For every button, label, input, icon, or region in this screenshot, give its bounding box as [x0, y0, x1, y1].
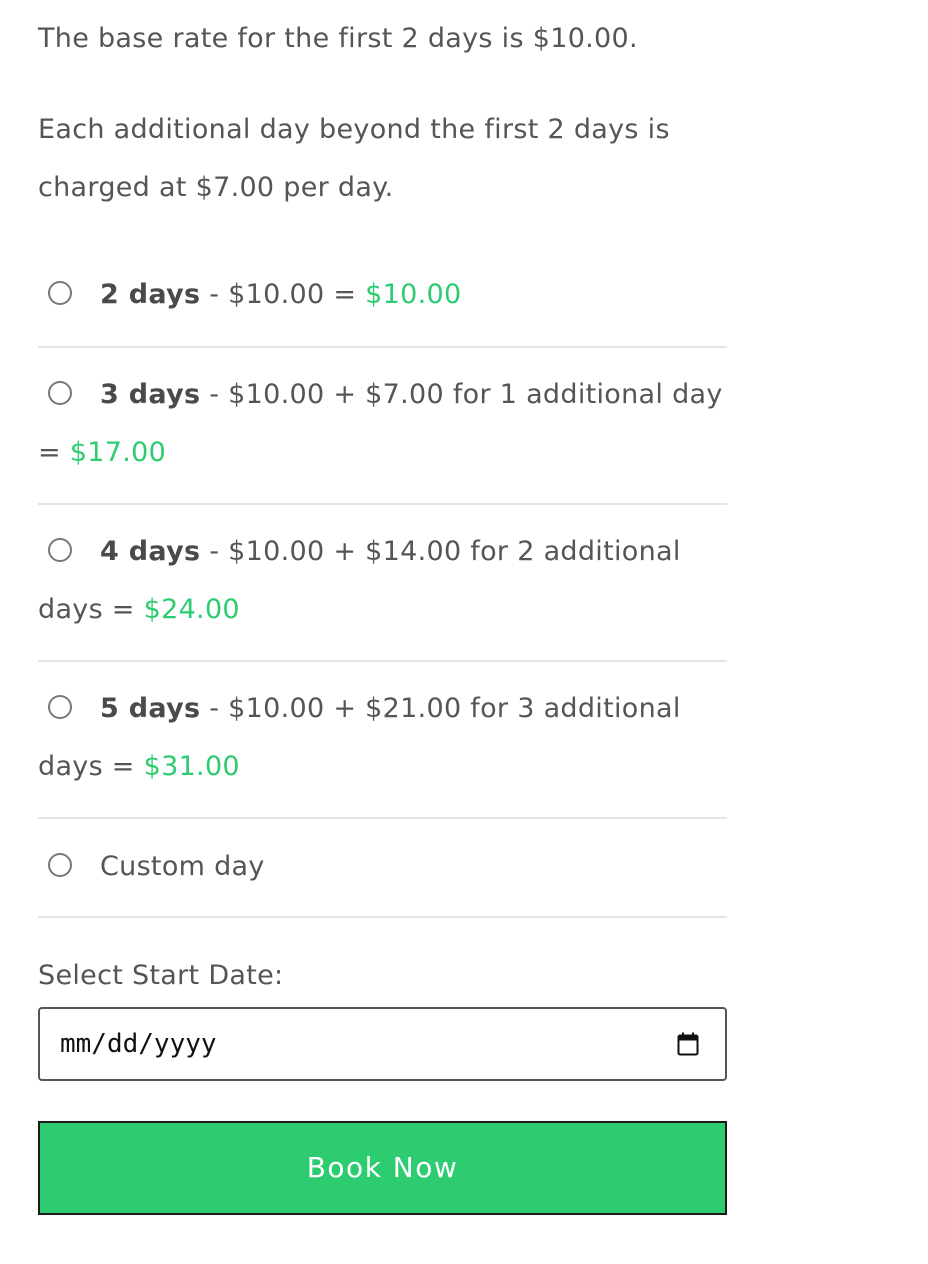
- option-days-label: 5 days: [100, 693, 201, 724]
- option-total: $31.00: [143, 751, 240, 782]
- option-5-days[interactable]: 5 days - $10.00 + $21.00 for 3 additiona…: [38, 680, 727, 819]
- radio-3-days[interactable]: [48, 381, 72, 405]
- option-total: $24.00: [143, 594, 240, 625]
- option-days-label: 3 days: [100, 379, 201, 410]
- option-4-days[interactable]: 4 days - $10.00 + $14.00 for 2 additiona…: [38, 523, 727, 662]
- option-2-days[interactable]: 2 days - $10.00 = $10.00: [38, 266, 727, 348]
- calendar-icon[interactable]: [677, 1032, 699, 1056]
- radio-5-days[interactable]: [48, 695, 72, 719]
- option-formula: - $10.00 =: [200, 279, 366, 310]
- base-rate-text: The base rate for the first 2 days is $1…: [38, 23, 638, 54]
- start-date-label: Select Start Date:: [38, 960, 284, 991]
- start-date-input[interactable]: mm/dd/yyyy: [38, 1007, 727, 1081]
- radio-custom-day[interactable]: [48, 853, 72, 877]
- option-days-label: 2 days: [100, 279, 201, 310]
- option-custom-day[interactable]: Custom day: [38, 838, 727, 918]
- option-days-label: 4 days: [100, 536, 201, 567]
- book-now-button[interactable]: Book Now: [38, 1121, 727, 1215]
- radio-4-days[interactable]: [48, 538, 72, 562]
- option-custom-label: Custom day: [100, 851, 265, 882]
- option-total: $17.00: [69, 437, 167, 468]
- option-total: $10.00: [365, 279, 462, 310]
- date-placeholder: mm/dd/yyyy: [60, 1029, 217, 1059]
- additional-rate-text: Each additional day beyond the first 2 d…: [38, 114, 670, 203]
- option-3-days[interactable]: 3 days - $10.00 + $7.00 for 1 additional…: [38, 366, 727, 505]
- radio-2-days[interactable]: [48, 281, 72, 305]
